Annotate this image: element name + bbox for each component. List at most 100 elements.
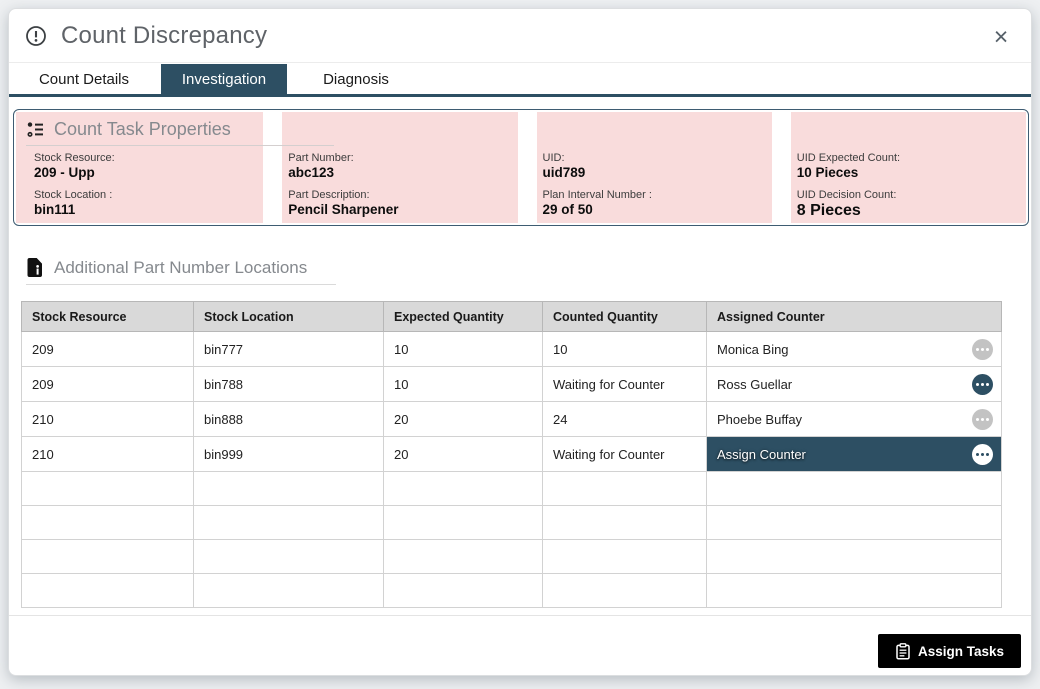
table-row: 210bin8882024 Phoebe Buffay	[22, 402, 1002, 437]
part-number-label: Part Number:	[288, 152, 513, 164]
empty-cell	[194, 506, 384, 540]
uid-expected-count-value: 10 Pieces	[797, 165, 1022, 180]
cell-stock-location: bin999	[194, 437, 384, 472]
cell-counted-quantity: 10	[543, 332, 707, 367]
properties-col-4: UID Expected Count: 10 Pieces UID Decisi…	[791, 112, 1026, 223]
empty-cell	[384, 574, 543, 608]
empty-cell	[707, 506, 1002, 540]
empty-table-row	[22, 472, 1002, 506]
cell-stock-location: bin788	[194, 367, 384, 402]
count-discrepancy-dialog: Count Discrepancy × Count Details Invest…	[8, 8, 1032, 676]
uid-label: UID:	[543, 152, 768, 164]
part-description-value: Pencil Sharpener	[288, 202, 513, 217]
cell-assigned-counter: Phoebe Buffay	[707, 402, 1002, 437]
additional-locations-header: Additional Part Number Locations	[26, 251, 336, 285]
cell-expected-quantity: 20	[384, 437, 543, 472]
empty-cell	[22, 574, 194, 608]
tab-bar: Count Details Investigation Diagnosis	[9, 64, 1031, 97]
empty-cell	[194, 574, 384, 608]
uid-expected-count-label: UID Expected Count:	[797, 152, 1022, 164]
col-header-counted-quantity: Counted Quantity	[543, 302, 707, 332]
tab-diagnosis[interactable]: Diagnosis	[301, 64, 411, 94]
assigned-counter-name: Ross Guellar	[717, 377, 792, 392]
assigned-counter-name: Monica Bing	[717, 342, 789, 357]
row-menu-ellipsis-icon[interactable]	[972, 444, 993, 465]
empty-cell	[543, 540, 707, 574]
col-header-stock-resource: Stock Resource	[22, 302, 194, 332]
cell-stock-location: bin888	[194, 402, 384, 437]
empty-table-row	[22, 574, 1002, 608]
empty-cell	[543, 506, 707, 540]
assign-counter-cell[interactable]: Assign Counter	[707, 437, 1001, 471]
cell-expected-quantity: 10	[384, 367, 543, 402]
assign-tasks-label: Assign Tasks	[918, 644, 1004, 659]
cell-assigned-counter: Ross Guellar	[707, 367, 1002, 402]
count-task-properties-title: Count Task Properties	[26, 114, 334, 146]
tag-info-icon	[26, 257, 44, 278]
cell-expected-quantity: 10	[384, 332, 543, 367]
tab-investigation[interactable]: Investigation	[161, 64, 287, 94]
cell-counted-quantity: 24	[543, 402, 707, 437]
cell-counted-quantity: Waiting for Counter	[543, 437, 707, 472]
row-menu-ellipsis-icon[interactable]	[972, 374, 993, 395]
alert-circle-icon	[25, 25, 47, 47]
uid-value: uid789	[543, 165, 768, 180]
empty-cell	[384, 540, 543, 574]
empty-table-row	[22, 506, 1002, 540]
stock-resource-value: 209 - Upp	[34, 165, 259, 180]
cell-stock-location: bin777	[194, 332, 384, 367]
empty-cell	[22, 472, 194, 506]
col-header-assigned-counter: Assigned Counter	[707, 302, 1002, 332]
cell-stock-resource: 209	[22, 367, 194, 402]
properties-col-3: UID: uid789 Plan Interval Number : 29 of…	[537, 112, 772, 223]
cell-counted-quantity: Waiting for Counter	[543, 367, 707, 402]
empty-cell	[543, 574, 707, 608]
empty-cell	[543, 472, 707, 506]
assign-tasks-button[interactable]: Assign Tasks	[878, 634, 1021, 668]
close-icon[interactable]: ×	[987, 23, 1015, 51]
locations-table: Stock Resource Stock Location Expected Q…	[21, 301, 1002, 608]
table-row: 209bin7771010Monica Bing	[22, 332, 1002, 367]
stock-resource-label: Stock Resource:	[34, 152, 259, 164]
locations-table-head: Stock Resource Stock Location Expected Q…	[22, 302, 1002, 332]
locations-table-body: 209bin7771010Monica Bing209bin78810Waiti…	[22, 332, 1002, 608]
dialog-title: Count Discrepancy	[61, 22, 267, 50]
assigned-counter-name: Phoebe Buffay	[717, 412, 802, 427]
cell-expected-quantity: 20	[384, 402, 543, 437]
assigned-counter-name: Assign Counter	[717, 447, 806, 462]
empty-cell	[707, 540, 1002, 574]
assigned-counter-cell: Monica Bing	[707, 332, 1001, 366]
row-menu-ellipsis-icon[interactable]	[972, 339, 993, 360]
tab-underline	[9, 94, 1031, 97]
col-header-stock-location: Stock Location	[194, 302, 384, 332]
cell-stock-resource: 210	[22, 402, 194, 437]
empty-cell	[22, 506, 194, 540]
footer-divider	[9, 615, 1031, 616]
list-bullets-icon	[26, 120, 45, 139]
tab-count-details[interactable]: Count Details	[17, 64, 151, 94]
empty-cell	[194, 540, 384, 574]
plan-interval-label: Plan Interval Number :	[543, 189, 768, 201]
dialog-header: Count Discrepancy ×	[9, 9, 1031, 63]
part-description-label: Part Description:	[288, 189, 513, 201]
stock-location-value: bin111	[34, 202, 259, 217]
empty-cell	[22, 540, 194, 574]
plan-interval-value: 29 of 50	[543, 202, 768, 217]
empty-cell	[707, 472, 1002, 506]
empty-table-row	[22, 540, 1002, 574]
clipboard-icon	[895, 643, 911, 660]
table-row: 209bin78810Waiting for Counter Ross Guell…	[22, 367, 1002, 402]
stock-location-label: Stock Location :	[34, 189, 259, 201]
empty-cell	[707, 574, 1002, 608]
empty-cell	[194, 472, 384, 506]
assigned-counter-cell: Phoebe Buffay	[707, 402, 1001, 436]
uid-decision-count-label: UID Decision Count:	[797, 189, 1022, 201]
row-menu-ellipsis-icon[interactable]	[972, 409, 993, 430]
part-number-value: abc123	[288, 165, 513, 180]
empty-cell	[384, 506, 543, 540]
assigned-counter-cell: Ross Guellar	[707, 367, 1001, 401]
cell-assigned-counter[interactable]: Assign Counter	[707, 437, 1002, 472]
uid-decision-count-value: 8 Pieces	[797, 202, 1022, 220]
count-task-properties-panel: Count Task Properties Stock Resource: 20…	[13, 109, 1029, 226]
col-header-expected-quantity: Expected Quantity	[384, 302, 543, 332]
